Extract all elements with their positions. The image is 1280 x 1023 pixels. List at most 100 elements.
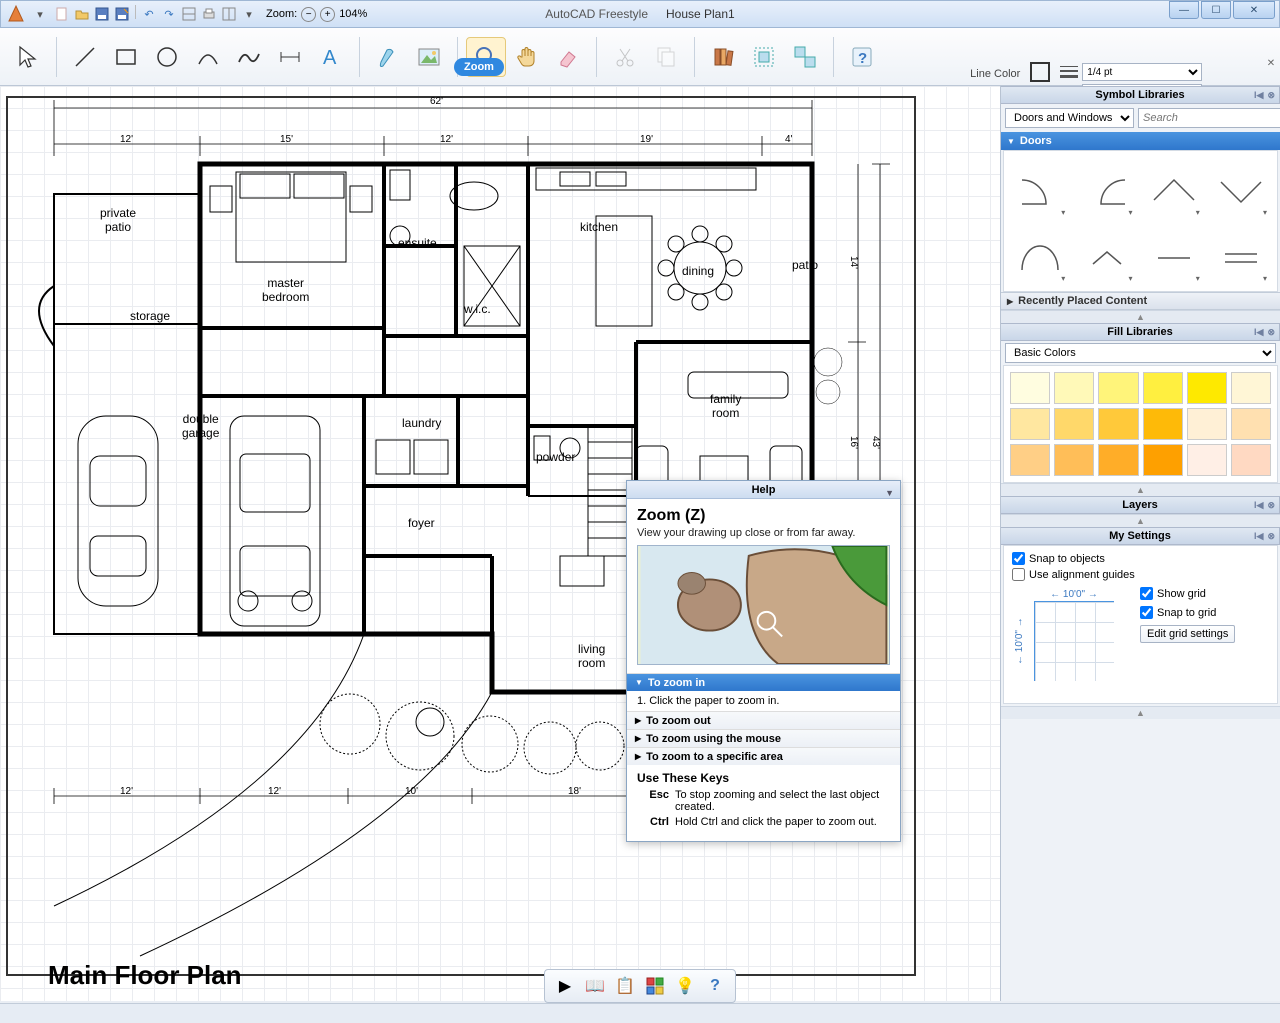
my-settings-header[interactable]: My Settings I◀⊗ (1001, 527, 1280, 545)
panel-collapse-up[interactable]: ▲ (1001, 310, 1280, 323)
drawing-canvas[interactable]: 62' 12' 15' 12' 19' 4' 12' 12' 10' 18' 4… (0, 86, 1000, 1001)
fill-swatch[interactable] (1231, 444, 1271, 476)
fill-swatch[interactable] (1187, 372, 1227, 404)
circle-tool[interactable] (147, 37, 187, 77)
paint-tool[interactable] (368, 37, 408, 77)
fill-swatch[interactable] (1054, 444, 1094, 476)
door-symbol-8[interactable]: ▾ (1210, 223, 1273, 285)
window-controls: — ☐ ✕ (1167, 1, 1275, 19)
fill-swatch[interactable] (1143, 444, 1183, 476)
fill-libraries-header[interactable]: Fill Libraries I◀⊗ (1001, 323, 1280, 341)
recently-placed-section[interactable]: ▶Recently Placed Content (1001, 292, 1280, 310)
show-grid-checkbox[interactable]: Show grid (1140, 587, 1235, 600)
door-symbol-5[interactable]: ▾ (1008, 223, 1071, 285)
select-tool[interactable] (8, 37, 48, 77)
door-symbol-1[interactable]: ▾ (1008, 157, 1071, 219)
qat-more[interactable]: ▾ (240, 5, 258, 23)
play-icon[interactable]: ▶ (551, 973, 579, 999)
symbol-libraries-header[interactable]: Symbol Libraries I◀⊗ (1001, 86, 1280, 104)
fill-collapse-up[interactable]: ▲ (1001, 483, 1280, 496)
group-tool[interactable] (744, 37, 784, 77)
symbol-category-select[interactable]: Doors and Windows (1005, 108, 1134, 128)
layout1-icon[interactable] (180, 5, 198, 23)
help-header[interactable]: Help ▼ (627, 481, 900, 499)
fill-swatch[interactable] (1010, 444, 1050, 476)
line-weight-select[interactable]: 1/4 pt (1082, 63, 1202, 81)
saveas-icon[interactable] (113, 5, 131, 23)
symbol-search-input[interactable] (1138, 108, 1280, 128)
rectangle-tool[interactable] (106, 37, 146, 77)
settings-collapse[interactable]: ▲ (1001, 706, 1280, 719)
help-zoom-mouse[interactable]: ▶To zoom using the mouse (627, 729, 900, 747)
blocks-icon[interactable] (641, 973, 669, 999)
image-tool[interactable] (409, 37, 449, 77)
close-button[interactable]: ✕ (1233, 1, 1275, 19)
save-icon[interactable] (93, 5, 111, 23)
fill-swatch[interactable] (1231, 408, 1271, 440)
edit-grid-button[interactable]: Edit grid settings (1140, 625, 1235, 643)
arc-tool[interactable] (188, 37, 228, 77)
help-zoom-in[interactable]: ▼To zoom in (627, 673, 900, 691)
pan-tool[interactable] (507, 37, 547, 77)
snap-grid-checkbox[interactable]: Snap to grid (1140, 606, 1235, 619)
fill-swatch[interactable] (1143, 372, 1183, 404)
undo-icon[interactable]: ↶ (140, 5, 158, 23)
qat-dropdown[interactable]: ▾ (31, 5, 49, 23)
fill-swatch[interactable] (1231, 372, 1271, 404)
fill-swatch[interactable] (1098, 408, 1138, 440)
fill-swatch[interactable] (1054, 372, 1094, 404)
open-icon[interactable] (73, 5, 91, 23)
dimension-tool[interactable] (270, 37, 310, 77)
bulb-icon[interactable]: 💡 (671, 973, 699, 999)
door-symbol-4[interactable]: ▾ (1210, 157, 1273, 219)
help-collapse-icon[interactable]: ▼ (885, 484, 894, 502)
snap-objects-checkbox[interactable]: Snap to objects (1012, 552, 1269, 565)
layout2-icon[interactable] (220, 5, 238, 23)
cut-tool[interactable] (605, 37, 645, 77)
fill-swatch[interactable] (1010, 372, 1050, 404)
grid-preview: ← 10'0" → ← 10'0" → (1012, 587, 1122, 697)
library-tool[interactable] (703, 37, 743, 77)
door-symbol-3[interactable]: ▾ (1143, 157, 1206, 219)
fill-category-select[interactable]: Basic Colors (1005, 343, 1276, 363)
redo-icon[interactable]: ↷ (160, 5, 178, 23)
fill-swatch[interactable] (1098, 372, 1138, 404)
layers-collapse[interactable]: ▲ (1001, 514, 1280, 527)
doors-section[interactable]: ▼Doors (1001, 132, 1280, 150)
door-symbol-2[interactable]: ▾ (1075, 157, 1138, 219)
new-icon[interactable] (53, 5, 71, 23)
layers-header[interactable]: Layers I◀⊗ (1001, 496, 1280, 514)
help-tool[interactable]: ? (842, 37, 882, 77)
line-tool[interactable] (65, 37, 105, 77)
clipboard-icon[interactable]: 📋 (611, 973, 639, 999)
door-symbol-7[interactable]: ▾ (1143, 223, 1206, 285)
help-zoom-out[interactable]: ▶To zoom out (627, 711, 900, 729)
fill-swatch[interactable] (1143, 408, 1183, 440)
fill-swatch[interactable] (1098, 444, 1138, 476)
zoom-value: 104% (339, 8, 367, 20)
room-ensuite: ensuite (398, 236, 437, 250)
text-tool[interactable]: A (311, 37, 351, 77)
help-icon[interactable]: ? (701, 973, 729, 999)
panel-close-icon[interactable]: ⊗ (1267, 90, 1275, 101)
eraser-tool[interactable] (548, 37, 588, 77)
freehand-tool[interactable] (229, 37, 269, 77)
ungroup-tool[interactable] (785, 37, 825, 77)
minimize-button[interactable]: — (1169, 1, 1199, 19)
help-zoom-area[interactable]: ▶To zoom to a specific area (627, 747, 900, 765)
line-color-swatch[interactable] (1030, 62, 1050, 82)
book-icon[interactable]: 📖 (581, 973, 609, 999)
close-panel-button[interactable]: ✕ (1264, 58, 1278, 72)
zoom-out-button[interactable]: − (301, 7, 316, 22)
panel-prev-icon[interactable]: I◀ (1254, 90, 1263, 101)
door-symbol-6[interactable]: ▾ (1075, 223, 1138, 285)
zoom-in-button[interactable]: + (320, 7, 335, 22)
alignment-guides-checkbox[interactable]: Use alignment guides (1012, 568, 1269, 581)
print-icon[interactable] (200, 5, 218, 23)
fill-swatch[interactable] (1187, 444, 1227, 476)
fill-swatch[interactable] (1010, 408, 1050, 440)
fill-swatch[interactable] (1187, 408, 1227, 440)
copy-tool[interactable] (646, 37, 686, 77)
maximize-button[interactable]: ☐ (1201, 1, 1231, 19)
fill-swatch[interactable] (1054, 408, 1094, 440)
